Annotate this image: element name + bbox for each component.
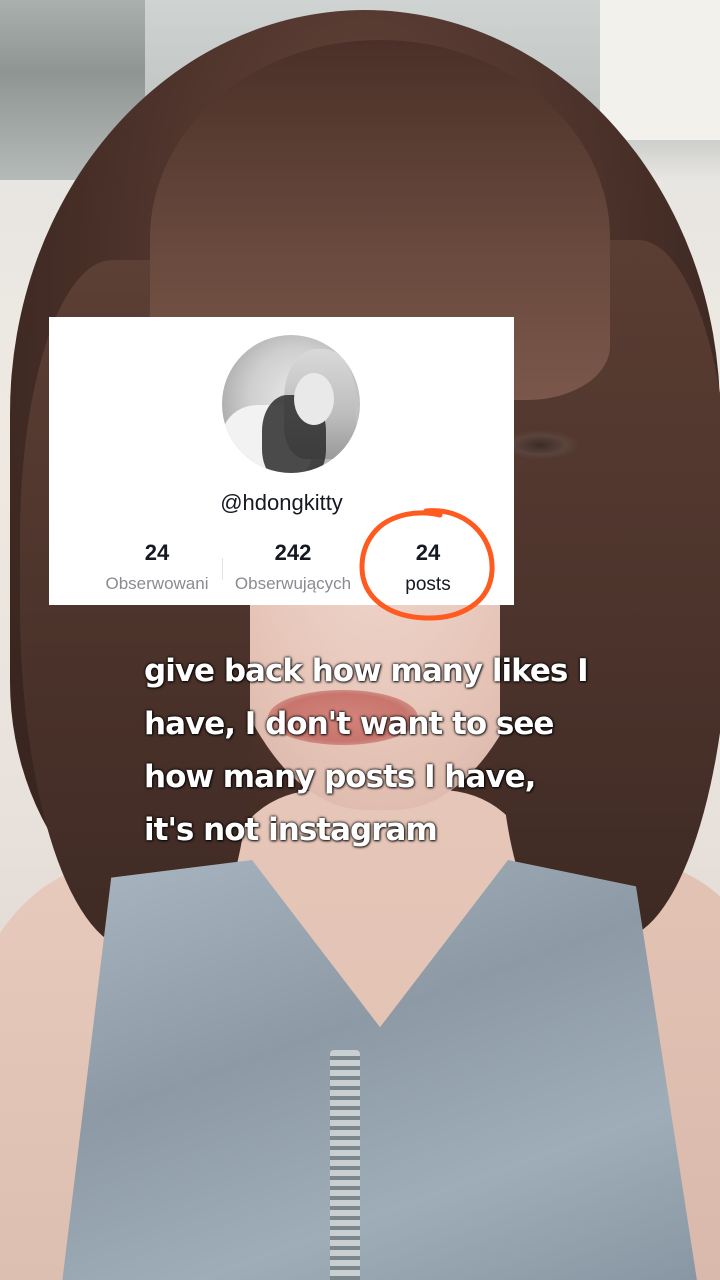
caption-line: give back how many likes I xyxy=(144,653,589,689)
stat-following-value: 24 xyxy=(144,540,170,565)
stat-posts-label: posts xyxy=(405,574,451,595)
stat-followers-label: Obserwujących xyxy=(234,574,352,593)
background-photo xyxy=(0,0,720,1280)
stat-posts[interactable]: 24 posts xyxy=(386,540,470,596)
zipper xyxy=(330,1050,360,1280)
stat-followers-value: 242 xyxy=(274,540,312,565)
wall-light xyxy=(600,0,720,140)
stat-following-label: Obserwowani xyxy=(105,574,209,593)
caption-line: have, I don't want to see xyxy=(144,706,554,742)
stat-posts-value: 24 xyxy=(415,540,441,565)
profile-avatar[interactable] xyxy=(222,335,360,473)
video-caption: give back how many likes I have, I don't… xyxy=(144,645,664,857)
profile-username: @hdongkitty xyxy=(220,490,343,515)
avatar-face xyxy=(294,373,334,425)
stat-divider xyxy=(222,558,223,580)
stat-following[interactable]: 24 Obserwowani xyxy=(97,540,217,594)
caption-line: it's not instagram xyxy=(144,812,438,848)
caption-line: how many posts I have, xyxy=(144,759,536,795)
stat-followers[interactable]: 242 Obserwujących xyxy=(226,540,360,594)
